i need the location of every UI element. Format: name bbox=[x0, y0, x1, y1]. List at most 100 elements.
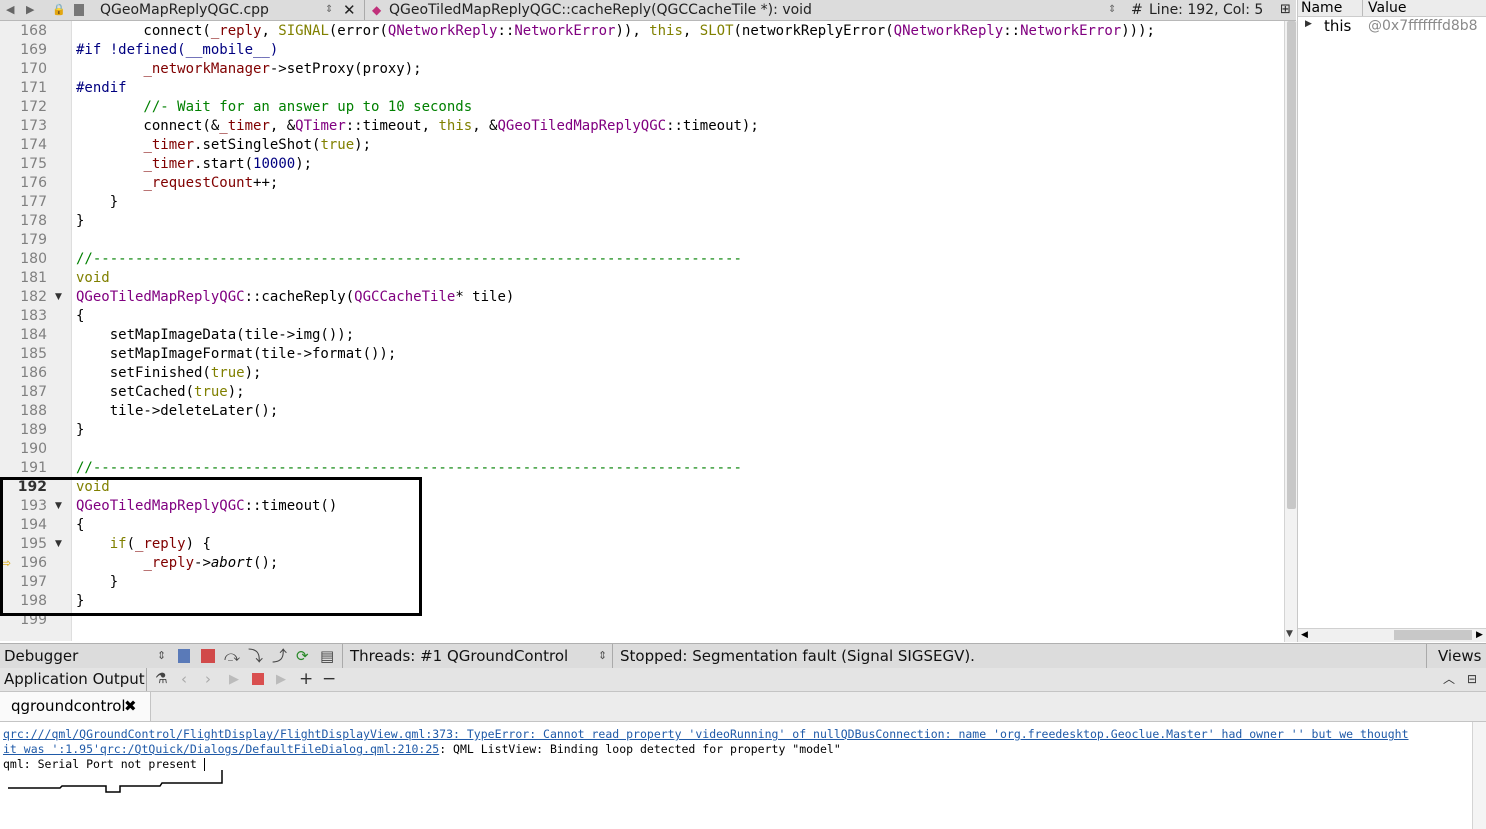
line-number[interactable]: 177 bbox=[0, 193, 47, 212]
code-line[interactable]: } bbox=[76, 212, 84, 231]
output-scrollbar[interactable] bbox=[1472, 722, 1486, 829]
split-view-icon[interactable]: ⊞ bbox=[1280, 0, 1291, 20]
zoom-in-icon[interactable]: + bbox=[299, 668, 313, 691]
line-number[interactable]: 186 bbox=[0, 364, 47, 383]
code-line[interactable]: //- Wait for an answer up to 10 seconds bbox=[76, 98, 472, 117]
continue-icon[interactable] bbox=[178, 644, 190, 668]
scroll-left-icon[interactable]: ◀ bbox=[1301, 630, 1308, 640]
code-line[interactable]: connect(&_timer, &QTimer::timeout, this,… bbox=[76, 117, 758, 136]
symbol-selector[interactable]: QGeoTiledMapReplyQGC::cacheReply(QGCCach… bbox=[389, 0, 812, 20]
scroll-right-icon[interactable]: ▶ bbox=[1476, 630, 1483, 640]
code-line[interactable]: setMapImageData(tile->img()); bbox=[76, 326, 354, 345]
code-token: this bbox=[649, 23, 683, 39]
tab-qgroundcontrol[interactable]: qgroundcontrol ✖ bbox=[0, 692, 151, 721]
code-line[interactable]: //--------------------------------------… bbox=[76, 250, 742, 269]
line-number[interactable]: 180 bbox=[0, 250, 47, 269]
debugger-mode-select[interactable]: Debugger bbox=[4, 644, 78, 668]
line-number[interactable]: 172 bbox=[0, 98, 47, 117]
line-number[interactable]: 183 bbox=[0, 307, 47, 326]
forward-arrow-icon[interactable]: ▶ bbox=[26, 0, 34, 20]
code-line[interactable]: } bbox=[76, 193, 118, 212]
locals-name-header[interactable]: Name bbox=[1301, 0, 1342, 16]
line-number[interactable]: 174 bbox=[0, 136, 47, 155]
line-number[interactable]: 176 bbox=[0, 174, 47, 193]
debug-icon[interactable]: ▶ bbox=[276, 668, 286, 691]
stop-debugger-icon[interactable] bbox=[201, 644, 215, 668]
code-line[interactable]: //--------------------------------------… bbox=[76, 459, 742, 478]
scroll-down-icon[interactable]: ▼ bbox=[1286, 629, 1293, 639]
views-button[interactable]: Views bbox=[1438, 644, 1481, 668]
code-line[interactable]: _networkManager->setProxy(proxy); bbox=[76, 60, 421, 79]
cursor-position[interactable]: Line: 192, Col: 5 bbox=[1149, 0, 1263, 20]
line-number[interactable]: 173 bbox=[0, 117, 47, 136]
code-line[interactable]: setCached(true); bbox=[76, 383, 245, 402]
back-arrow-icon[interactable]: ◀ bbox=[6, 0, 14, 20]
line-number[interactable]: 168 bbox=[0, 22, 47, 41]
code-line[interactable]: #if !defined(__mobile__) bbox=[76, 41, 278, 60]
code-line[interactable]: _timer.start(10000); bbox=[76, 155, 312, 174]
line-number[interactable]: 171 bbox=[0, 79, 47, 98]
code-line[interactable]: } bbox=[76, 421, 84, 440]
threads-dropdown-icon[interactable]: ⇕ bbox=[598, 644, 607, 668]
code-line[interactable]: void bbox=[76, 269, 110, 288]
locals-scrollbar[interactable]: ◀ ▶ bbox=[1298, 628, 1486, 642]
threads-select[interactable]: Threads: #1 QGroundControl bbox=[350, 644, 568, 668]
close-tab-icon[interactable]: ✖ bbox=[124, 692, 137, 721]
line-number[interactable]: 175 bbox=[0, 155, 47, 174]
code-line[interactable]: connect(_reply, SIGNAL(error(QNetworkRep… bbox=[76, 22, 1155, 41]
file-dropdown-icon[interactable]: ⇕ bbox=[325, 0, 333, 20]
close-pane-icon[interactable]: ⊟ bbox=[1467, 668, 1477, 691]
line-number[interactable]: 182 bbox=[0, 288, 47, 307]
line-number[interactable]: 170 bbox=[0, 60, 47, 79]
code-line[interactable]: tile->deleteLater(); bbox=[76, 402, 279, 421]
code-line[interactable]: QGeoTiledMapReplyQGC::cacheReply(QGCCach… bbox=[76, 288, 514, 307]
line-number[interactable]: 188 bbox=[0, 402, 47, 421]
locals-value-header[interactable]: Value bbox=[1368, 0, 1406, 16]
previous-item-icon[interactable]: ‹ bbox=[181, 668, 187, 691]
line-number[interactable]: 187 bbox=[0, 383, 47, 402]
expand-arrow-icon[interactable]: ▶ bbox=[1305, 19, 1312, 29]
code-line[interactable]: _timer.setSingleShot(true); bbox=[76, 136, 371, 155]
next-item-icon[interactable]: › bbox=[205, 668, 211, 691]
code-line[interactable]: setMapImageFormat(tile->format()); bbox=[76, 345, 397, 364]
file-tab[interactable]: QGeoMapReplyQGC.cpp bbox=[100, 0, 269, 20]
fold-arrow-icon[interactable]: ▼ bbox=[55, 288, 62, 307]
line-number[interactable]: 178 bbox=[0, 212, 47, 231]
maximize-pane-icon[interactable]: ︿ bbox=[1443, 668, 1455, 691]
output-tabs: qgroundcontrol ✖ bbox=[0, 692, 1486, 722]
attach-icon[interactable]: ⚗ bbox=[155, 668, 168, 691]
editor-scrollbar-thumb[interactable] bbox=[1287, 21, 1296, 509]
zoom-out-icon[interactable]: − bbox=[322, 668, 336, 691]
step-into-icon[interactable]: ⤵ bbox=[248, 644, 263, 668]
line-number[interactable]: 190 bbox=[0, 440, 47, 459]
rerun-icon[interactable]: ▶ bbox=[229, 668, 239, 691]
code-line[interactable]: #endif bbox=[76, 79, 127, 98]
editor-scrollbar[interactable]: ▼ bbox=[1284, 21, 1298, 642]
symbol-dropdown-icon[interactable]: ⇕ bbox=[1108, 0, 1116, 20]
line-number[interactable]: 179 bbox=[0, 231, 47, 250]
disassembly-icon[interactable]: ▤ bbox=[320, 644, 334, 668]
line-number[interactable]: 185 bbox=[0, 345, 47, 364]
restart-icon[interactable]: ⟳ bbox=[296, 644, 309, 668]
code-line[interactable]: setFinished(true); bbox=[76, 364, 262, 383]
mode-dropdown-icon[interactable]: ⇕ bbox=[157, 644, 166, 668]
line-number[interactable]: 189 bbox=[0, 421, 47, 440]
stop-icon[interactable] bbox=[252, 673, 264, 685]
locals-scrollbar-thumb[interactable] bbox=[1394, 630, 1472, 640]
step-over-icon[interactable]: ⤼ bbox=[224, 644, 240, 668]
line-number[interactable]: 191 bbox=[0, 459, 47, 478]
locals-row-name[interactable]: this bbox=[1324, 17, 1351, 35]
code-token: NetworkError bbox=[1020, 23, 1122, 39]
line-number[interactable]: 181 bbox=[0, 269, 47, 288]
code-token: , & bbox=[269, 118, 296, 134]
application-output[interactable]: qrc:///qml/QGroundControl/FlightDisplay/… bbox=[0, 722, 1472, 829]
output-link[interactable]: it was ':1.95'qrc:/QtQuick/Dialogs/Defau… bbox=[3, 742, 439, 756]
code-line[interactable]: { bbox=[76, 307, 84, 326]
close-file-icon[interactable]: ✕ bbox=[343, 0, 356, 20]
step-out-icon[interactable]: ⤴ bbox=[272, 644, 287, 668]
output-link[interactable]: qrc:///qml/QGroundControl/FlightDisplay/… bbox=[3, 727, 1409, 742]
code-line[interactable]: _requestCount++; bbox=[76, 174, 278, 193]
code-token: (networkReplyError( bbox=[733, 23, 894, 39]
line-number[interactable]: 169 bbox=[0, 41, 47, 60]
line-number[interactable]: 184 bbox=[0, 326, 47, 345]
